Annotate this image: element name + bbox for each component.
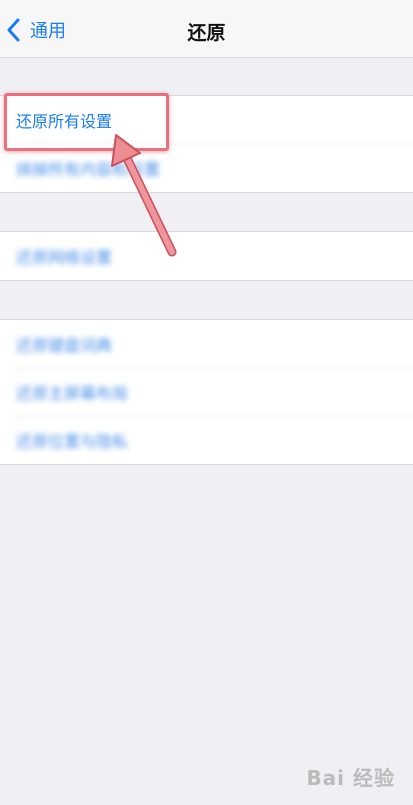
- reset-location-privacy-label: 还原位置与隐私: [16, 432, 129, 451]
- reset-home-screen-layout-label: 还原主屏幕布局: [16, 384, 129, 403]
- reset-network-settings-label: 还原网络设置: [16, 248, 113, 267]
- erase-all-content-label: 抹掉所有内容和设置: [16, 160, 161, 179]
- reset-home-screen-layout-row[interactable]: 还原主屏幕布局: [0, 368, 413, 416]
- navigation-bar: 通用 还原: [0, 0, 413, 58]
- baidu-watermark: Bai 经验: [306, 766, 395, 790]
- reset-location-privacy-row[interactable]: 还原位置与隐私: [0, 416, 413, 464]
- page-title: 还原: [187, 22, 226, 44]
- reset-network-settings-row[interactable]: 还原网络设置: [0, 232, 413, 280]
- reset-keyboard-dictionary-row[interactable]: 还原键盘词典: [0, 320, 413, 368]
- annotation-highlight-box: [4, 93, 169, 151]
- reset-group-3: 还原键盘词典 还原主屏幕布局 还原位置与隐私: [0, 319, 413, 465]
- reset-group-2: 还原网络设置: [0, 231, 413, 281]
- erase-all-content-row[interactable]: 抹掉所有内容和设置: [0, 144, 413, 192]
- reset-keyboard-dictionary-label: 还原键盘词典: [16, 336, 113, 355]
